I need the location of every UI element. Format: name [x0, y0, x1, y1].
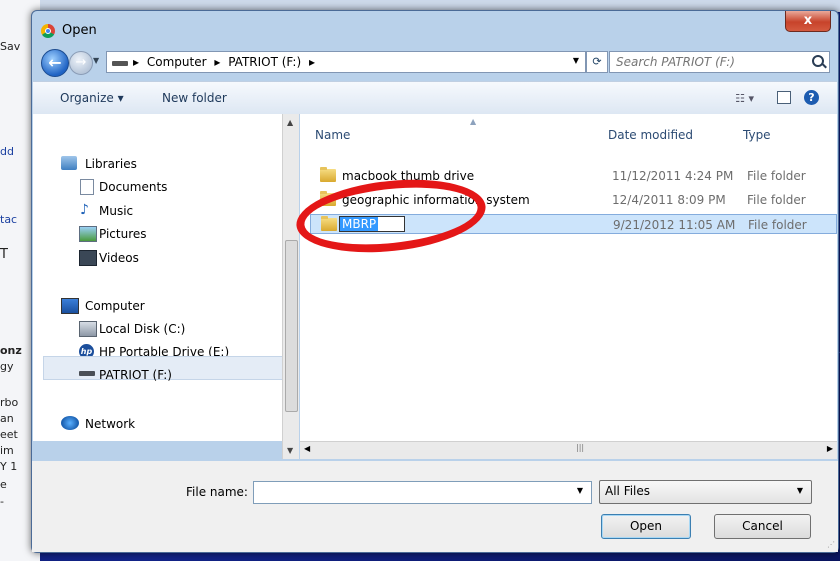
- help-icon[interactable]: ?: [804, 90, 819, 105]
- libraries-icon: [61, 156, 77, 170]
- file-type: File folder: [747, 193, 806, 207]
- title-bar[interactable]: Open x: [32, 11, 838, 41]
- command-bar: Organize ▾ New folder ☷ ▾ ?: [33, 81, 837, 115]
- scroll-right-icon[interactable]: ▶: [827, 444, 833, 453]
- address-bar[interactable]: ▸ Computer ▸ PATRIOT (F:) ▸ ▼: [106, 51, 586, 73]
- breadcrumb-separator-icon: ▸: [308, 55, 315, 69]
- file-date: 12/4/2011 8:09 PM: [612, 193, 726, 207]
- filter-dropdown-icon: ▼: [796, 486, 803, 495]
- scroll-thumb[interactable]: [285, 240, 298, 412]
- close-button[interactable]: x: [785, 11, 831, 32]
- nav-pictures[interactable]: Pictures: [99, 227, 147, 241]
- videos-icon: [79, 250, 97, 266]
- chrome-icon: [41, 24, 55, 38]
- breadcrumb-separator-icon: ▸: [133, 55, 140, 69]
- file-name-field[interactable]: ▼: [253, 481, 592, 504]
- file-name-input[interactable]: [257, 482, 561, 503]
- scroll-left-icon[interactable]: ◀: [304, 444, 310, 453]
- computer-icon: [61, 298, 79, 314]
- navigation-pane: Libraries Documents ♪ Music Pictures Vid…: [33, 114, 291, 441]
- dialog-footer: File name: ▼ All Files ▼ Open Cancel ⋰: [32, 461, 838, 552]
- horizontal-scrollbar[interactable]: ◀ ||| ▶: [300, 441, 837, 459]
- forward-button[interactable]: →: [69, 51, 93, 75]
- open-dialog: Open x ← → ▼ ▸ Computer ▸ PATRIOT (F:) ▸…: [31, 10, 839, 553]
- breadcrumb-separator-icon: ▸: [214, 55, 221, 69]
- local-disk-icon: [79, 321, 97, 337]
- drive-icon: [112, 61, 128, 66]
- address-row: ← → ▼ ▸ Computer ▸ PATRIOT (F:) ▸ ▼ ⟳: [32, 43, 838, 79]
- resize-grip-icon[interactable]: ⋰: [827, 540, 835, 549]
- open-button[interactable]: Open: [601, 514, 691, 539]
- column-date-header[interactable]: Date modified: [608, 128, 693, 142]
- dialog-title: Open: [62, 23, 97, 38]
- nav-documents[interactable]: Documents: [99, 180, 167, 194]
- breadcrumb-computer[interactable]: Computer: [147, 55, 207, 69]
- address-dropdown-icon[interactable]: ▼: [573, 56, 579, 65]
- nav-videos[interactable]: Videos: [99, 251, 139, 265]
- column-name-header[interactable]: Name: [315, 128, 350, 142]
- nav-patriot[interactable]: PATRIOT (F:): [99, 368, 172, 382]
- pictures-icon: [79, 226, 97, 242]
- usb-drive-icon: [79, 371, 95, 376]
- folder-icon: [320, 167, 336, 182]
- nav-computer[interactable]: Computer: [85, 299, 145, 313]
- preview-pane-icon[interactable]: [777, 91, 791, 104]
- file-type: File folder: [747, 169, 806, 183]
- search-box[interactable]: [609, 51, 830, 73]
- view-options-icon[interactable]: ☷ ▾: [735, 92, 754, 105]
- sort-arrow-icon: ▲: [470, 117, 477, 126]
- nav-network[interactable]: Network: [85, 417, 135, 431]
- file-date: 9/21/2012 11:05 AM: [613, 218, 736, 232]
- breadcrumb: ▸ Computer ▸ PATRIOT (F:) ▸: [133, 55, 319, 69]
- breadcrumb-patriot[interactable]: PATRIOT (F:): [228, 55, 301, 69]
- organize-button[interactable]: Organize ▾: [60, 91, 124, 105]
- nav-music[interactable]: Music: [99, 204, 133, 218]
- file-name-label: File name:: [186, 485, 248, 499]
- new-folder-button[interactable]: New folder: [162, 91, 227, 105]
- column-type-header[interactable]: Type: [743, 128, 771, 142]
- scroll-grip-icon: |||: [576, 443, 585, 452]
- file-date: 11/12/2011 4:24 PM: [612, 169, 734, 183]
- file-type-select[interactable]: All Files ▼: [599, 480, 812, 504]
- file-type: File folder: [748, 218, 807, 232]
- documents-icon: [80, 179, 94, 195]
- file-type-value: All Files: [605, 484, 651, 498]
- refresh-button[interactable]: ⟳: [586, 51, 608, 73]
- search-input[interactable]: [614, 52, 808, 72]
- cancel-button[interactable]: Cancel: [714, 514, 811, 539]
- nav-local-disk[interactable]: Local Disk (C:): [99, 322, 185, 336]
- music-icon: ♪: [80, 202, 89, 218]
- navigation-scrollbar[interactable]: ▲ ▼: [282, 114, 299, 459]
- scroll-up-icon[interactable]: ▲: [287, 118, 293, 127]
- file-name-dropdown-icon[interactable]: ▼: [577, 486, 583, 495]
- search-icon[interactable]: [812, 55, 824, 67]
- network-icon: [61, 416, 79, 430]
- file-list: Name ▲ Date modified Type macbook thumb …: [300, 114, 837, 441]
- nav-libraries[interactable]: Libraries: [85, 157, 137, 171]
- back-button[interactable]: ←: [41, 49, 69, 77]
- recent-pages-dropdown-icon[interactable]: ▼: [93, 56, 99, 65]
- scroll-down-icon[interactable]: ▼: [287, 446, 293, 455]
